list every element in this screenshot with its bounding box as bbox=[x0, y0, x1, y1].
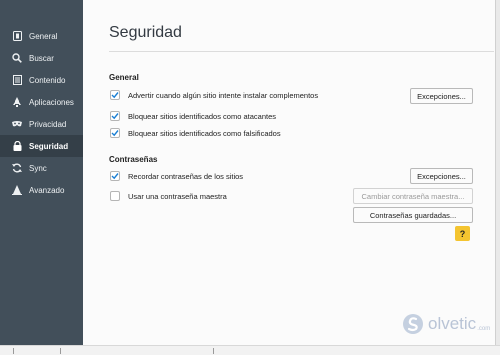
rocket-icon bbox=[12, 97, 22, 107]
warn-addons-checkbox[interactable] bbox=[110, 90, 120, 100]
block-forgery-checkbox[interactable] bbox=[110, 128, 120, 138]
remember-passwords-row: Recordar contraseñas de los sitios bbox=[110, 171, 243, 181]
sidebar-item-applications[interactable]: Aplicaciones bbox=[0, 91, 83, 113]
block-attack-label: Bloquear sitios identificados como ataca… bbox=[128, 111, 277, 121]
sidebar-item-label: General bbox=[29, 31, 58, 41]
general-exceptions-button[interactable]: Excepciones... bbox=[410, 88, 473, 104]
ruler-tick bbox=[213, 348, 214, 354]
block-forgery-label: Bloquear sitios identificados como falsi… bbox=[128, 128, 281, 138]
checkmark-icon bbox=[111, 173, 119, 180]
sidebar-item-label: Sync bbox=[29, 163, 47, 173]
sidebar-item-security[interactable]: Seguridad bbox=[0, 135, 83, 157]
preferences-content: Seguridad General Advertir cuando algún … bbox=[83, 0, 495, 345]
title-divider bbox=[109, 51, 494, 52]
sidebar-item-label: Avanzado bbox=[29, 185, 65, 195]
general-icon bbox=[12, 31, 22, 41]
section-heading-general: General bbox=[109, 73, 139, 82]
solvetic-logo-icon bbox=[403, 314, 423, 334]
bottom-strip bbox=[0, 345, 500, 355]
watermark: olvetic .com bbox=[402, 312, 490, 336]
ruler-tick bbox=[13, 348, 14, 354]
sidebar-item-label: Aplicaciones bbox=[29, 97, 74, 107]
master-password-checkbox[interactable] bbox=[110, 191, 120, 201]
sidebar-item-sync[interactable]: Sync bbox=[0, 157, 83, 179]
section-heading-passwords: Contraseñas bbox=[109, 155, 158, 164]
sidebar-item-content[interactable]: Contenido bbox=[0, 69, 83, 91]
master-password-row: Usar una contraseña maestra bbox=[110, 191, 227, 201]
remember-passwords-label: Recordar contraseñas de los sitios bbox=[128, 171, 244, 181]
passwords-exceptions-button[interactable]: Excepciones... bbox=[410, 168, 473, 184]
warn-addons-label: Advertir cuando algún sitio intente inst… bbox=[128, 90, 319, 100]
sidebar-item-label: Privacidad bbox=[29, 119, 67, 129]
sidebar-item-label: Contenido bbox=[29, 75, 66, 85]
sidebar: General Buscar Contenido Aplicaciones Pr… bbox=[0, 0, 83, 345]
search-icon bbox=[12, 53, 22, 63]
ruler-tick bbox=[60, 348, 61, 354]
saved-passwords-button[interactable]: Contraseñas guardadas... bbox=[353, 207, 473, 223]
remember-passwords-checkbox[interactable] bbox=[110, 171, 120, 181]
change-master-password-button[interactable]: Cambiar contraseña maestra... bbox=[353, 188, 473, 204]
mask-icon bbox=[12, 119, 22, 129]
sidebar-item-label: Buscar bbox=[29, 53, 54, 63]
sidebar-item-general[interactable]: General bbox=[0, 25, 83, 47]
block-attack-checkbox[interactable] bbox=[110, 111, 120, 121]
sidebar-item-privacy[interactable]: Privacidad bbox=[0, 113, 83, 135]
page-title: Seguridad bbox=[109, 24, 182, 41]
checkmark-icon bbox=[111, 92, 119, 99]
content-icon bbox=[12, 75, 22, 85]
wizard-icon bbox=[12, 185, 22, 195]
lock-icon bbox=[12, 141, 22, 151]
sidebar-item-search[interactable]: Buscar bbox=[0, 47, 83, 69]
help-button[interactable]: ? bbox=[455, 226, 470, 241]
sync-icon bbox=[12, 163, 22, 173]
watermark-suffix: .com bbox=[477, 325, 491, 332]
watermark-text: olvetic bbox=[428, 314, 477, 333]
master-password-label: Usar una contraseña maestra bbox=[128, 191, 227, 201]
sidebar-item-label: Seguridad bbox=[29, 141, 69, 151]
checkmark-icon bbox=[111, 113, 119, 120]
block-forgery-row: Bloquear sitios identificados como falsi… bbox=[110, 128, 281, 138]
window-right-edge bbox=[495, 0, 500, 345]
warn-addons-row: Advertir cuando algún sitio intente inst… bbox=[110, 90, 318, 100]
sidebar-item-advanced[interactable]: Avanzado bbox=[0, 179, 83, 201]
block-attack-row: Bloquear sitios identificados como ataca… bbox=[110, 111, 276, 121]
checkmark-icon bbox=[111, 130, 119, 137]
